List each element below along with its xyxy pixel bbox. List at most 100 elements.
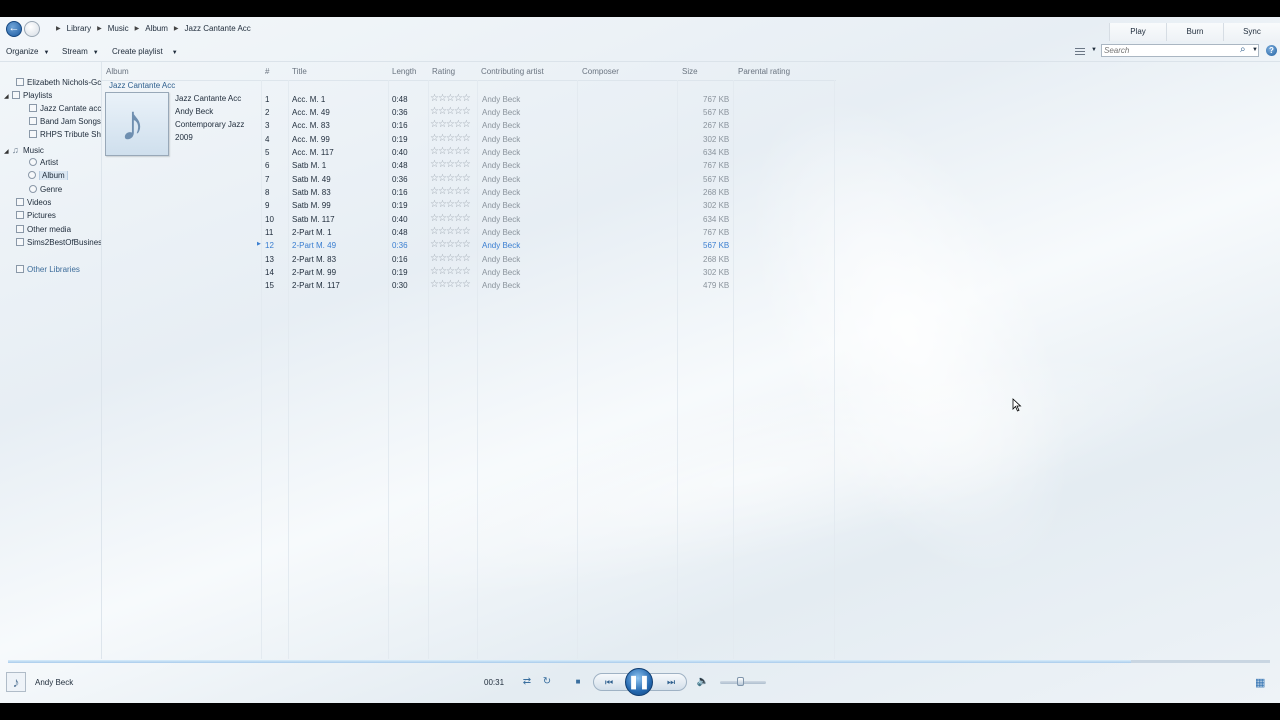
track-size: 634 KB	[703, 148, 730, 157]
track-row[interactable]: 1 Acc. M. 1 0:48 ☆☆☆☆☆ Andy Beck 767 KB	[263, 93, 733, 106]
next-track-icon[interactable]: ⏭	[661, 674, 681, 690]
now-playing-music-note-icon[interactable]: ♪	[6, 672, 26, 692]
nav-sims-label: Sims2BestOfBusines	[27, 238, 101, 247]
star-rating-icon[interactable]: ☆☆☆☆☆	[430, 186, 471, 197]
star-rating-icon[interactable]: ☆☆☆☆☆	[430, 93, 471, 104]
tab-sync[interactable]: Sync	[1223, 23, 1280, 41]
previous-track-icon[interactable]: ⏮	[599, 674, 619, 690]
track-row[interactable]: 4 Acc. M. 99 0:19 ☆☆☆☆☆ Andy Beck 302 KB	[263, 133, 733, 146]
track-row[interactable]: 11 2-Part M. 1 0:48 ☆☆☆☆☆ Andy Beck 767 …	[263, 226, 733, 239]
star-rating-icon[interactable]: ☆☆☆☆☆	[430, 133, 471, 144]
stop-icon[interactable]: ■	[570, 674, 586, 690]
column-length[interactable]: Length	[392, 67, 416, 76]
track-row[interactable]: 15 2-Part M. 117 0:30 ☆☆☆☆☆ Andy Beck 47…	[263, 279, 733, 292]
track-row[interactable]: 5 Acc. M. 117 0:40 ☆☆☆☆☆ Andy Beck 634 K…	[263, 146, 733, 159]
nav-playlist-item[interactable]: RHPS Tribute Sho	[29, 130, 101, 139]
track-row[interactable]: 14 2-Part M. 99 0:19 ☆☆☆☆☆ Andy Beck 302…	[263, 266, 733, 279]
column-header-row: Album # Title Length Rating Contributing…	[101, 62, 836, 81]
nav-other-libraries[interactable]: Other Libraries	[16, 265, 80, 274]
volume-slider-thumb[interactable]	[737, 677, 745, 686]
nav-user-library[interactable]: Elizabeth Nichols-Gc	[16, 78, 101, 87]
star-rating-icon[interactable]: ☆☆☆☆☆	[430, 213, 471, 224]
search-dropdown-icon[interactable]: ▼	[1252, 47, 1258, 53]
column-parental-rating[interactable]: Parental rating	[738, 67, 790, 76]
star-rating-icon[interactable]: ☆☆☆☆☆	[430, 146, 471, 157]
tab-burn[interactable]: Burn	[1166, 23, 1223, 41]
expand-arrow-icon[interactable]: ◢	[4, 148, 12, 155]
track-title: 2-Part M. 1	[292, 228, 332, 237]
pause-icon[interactable]: ❚❚	[625, 668, 653, 696]
nav-pictures[interactable]: Pictures	[16, 211, 56, 220]
breadcrumb-library[interactable]: Library	[67, 24, 91, 33]
expand-arrow-icon[interactable]: ◢	[4, 93, 12, 100]
forward-arrow-icon[interactable]	[24, 21, 40, 37]
track-row[interactable]: 8 Satb M. 83 0:16 ☆☆☆☆☆ Andy Beck 268 KB	[263, 186, 733, 199]
track-row[interactable]: 9 Satb M. 99 0:19 ☆☆☆☆☆ Andy Beck 302 KB	[263, 199, 733, 212]
star-rating-icon[interactable]: ☆☆☆☆☆	[430, 266, 471, 277]
nav-playlists[interactable]: ◢ Playlists	[4, 91, 52, 100]
nav-other-media[interactable]: Other media	[16, 225, 71, 234]
address-bar: ← ▶ Library ▶ Music ▶ Album ▶ Jazz Canta…	[0, 17, 1280, 41]
breadcrumb-album[interactable]: Album	[145, 24, 168, 33]
nav-sims[interactable]: Sims2BestOfBusines	[16, 238, 101, 247]
search-icon[interactable]: ⌕	[1240, 44, 1246, 55]
media-player-window: ← ▶ Library ▶ Music ▶ Album ▶ Jazz Canta…	[0, 17, 1280, 703]
star-rating-icon[interactable]: ☆☆☆☆☆	[430, 173, 471, 184]
album-art[interactable]: ♪	[105, 92, 169, 156]
nav-genre[interactable]: Genre	[29, 185, 62, 194]
nav-artist[interactable]: Artist	[29, 158, 58, 167]
track-row[interactable]: 2 Acc. M. 49 0:36 ☆☆☆☆☆ Andy Beck 567 KB	[263, 106, 733, 119]
track-row[interactable]: 10 Satb M. 117 0:40 ☆☆☆☆☆ Andy Beck 634 …	[263, 213, 733, 226]
breadcrumb-separator-icon[interactable]: ▶	[174, 25, 179, 32]
star-rating-icon[interactable]: ☆☆☆☆☆	[430, 279, 471, 290]
repeat-icon[interactable]: ↻	[539, 674, 555, 690]
nav-playlist-item[interactable]: Band Jam Songs	[29, 117, 101, 126]
organize-menu[interactable]: Organize ▼	[6, 47, 49, 56]
track-row[interactable]: 3 Acc. M. 83 0:16 ☆☆☆☆☆ Andy Beck 267 KB	[263, 119, 733, 132]
column-size[interactable]: Size	[682, 67, 698, 76]
music-note-icon: ♫	[12, 145, 19, 155]
breadcrumb-separator-icon[interactable]: ▶	[97, 25, 102, 32]
nav-videos[interactable]: Videos	[16, 198, 51, 207]
star-rating-icon[interactable]: ☆☆☆☆☆	[430, 239, 471, 250]
view-options-icon[interactable]	[1075, 46, 1085, 55]
view-options-dropdown-icon[interactable]: ▼	[1091, 47, 1097, 53]
column-number[interactable]: #	[265, 67, 269, 76]
track-number: 9	[265, 201, 270, 210]
track-number: 6	[265, 161, 270, 170]
star-rating-icon[interactable]: ☆☆☆☆☆	[430, 253, 471, 264]
track-row-now-playing[interactable]: ▶ 12 2-Part M. 49 0:36 ☆☆☆☆☆ Andy Beck 5…	[257, 239, 733, 252]
star-rating-icon[interactable]: ☆☆☆☆☆	[430, 159, 471, 170]
create-playlist-menu[interactable]: Create playlist ▼	[112, 47, 178, 56]
track-title: Acc. M. 49	[292, 108, 330, 117]
switch-to-now-playing-icon[interactable]: ▦	[1255, 676, 1265, 689]
column-rating[interactable]: Rating	[432, 67, 455, 76]
shuffle-icon[interactable]: ⇄	[519, 674, 535, 690]
nav-album[interactable]: Album	[28, 171, 68, 180]
track-number: 8	[265, 188, 270, 197]
column-composer[interactable]: Composer	[582, 67, 619, 76]
stream-menu[interactable]: Stream ▼	[62, 47, 99, 56]
nav-playlist-item[interactable]: Jazz Cantate acco	[29, 104, 101, 113]
help-icon[interactable]: ?	[1266, 45, 1277, 56]
track-artist: Andy Beck	[482, 135, 521, 144]
breadcrumb-separator-icon[interactable]: ▶	[135, 25, 140, 32]
track-row[interactable]: 13 2-Part M. 83 0:16 ☆☆☆☆☆ Andy Beck 268…	[263, 253, 733, 266]
column-title[interactable]: Title	[292, 67, 307, 76]
column-album[interactable]: Album	[106, 67, 129, 76]
volume-speaker-icon[interactable]: 🔈	[695, 674, 711, 690]
star-rating-icon[interactable]: ☆☆☆☆☆	[430, 199, 471, 210]
tab-play[interactable]: Play	[1109, 23, 1166, 41]
star-rating-icon[interactable]: ☆☆☆☆☆	[430, 119, 471, 130]
column-contributing-artist[interactable]: Contributing artist	[481, 67, 544, 76]
breadcrumb-music[interactable]: Music	[108, 24, 129, 33]
nav-playlists-label: Playlists	[23, 91, 53, 100]
back-arrow-icon[interactable]: ←	[6, 21, 22, 37]
search-input[interactable]	[1104, 45, 1234, 56]
star-rating-icon[interactable]: ☆☆☆☆☆	[430, 226, 471, 237]
nav-music[interactable]: ◢ ♫ Music	[4, 145, 44, 155]
star-rating-icon[interactable]: ☆☆☆☆☆	[430, 106, 471, 117]
track-row[interactable]: 6 Satb M. 1 0:48 ☆☆☆☆☆ Andy Beck 767 KB	[263, 159, 733, 172]
track-row[interactable]: 7 Satb M. 49 0:36 ☆☆☆☆☆ Andy Beck 567 KB	[263, 173, 733, 186]
breadcrumb-current[interactable]: Jazz Cantante Acc	[185, 24, 251, 33]
